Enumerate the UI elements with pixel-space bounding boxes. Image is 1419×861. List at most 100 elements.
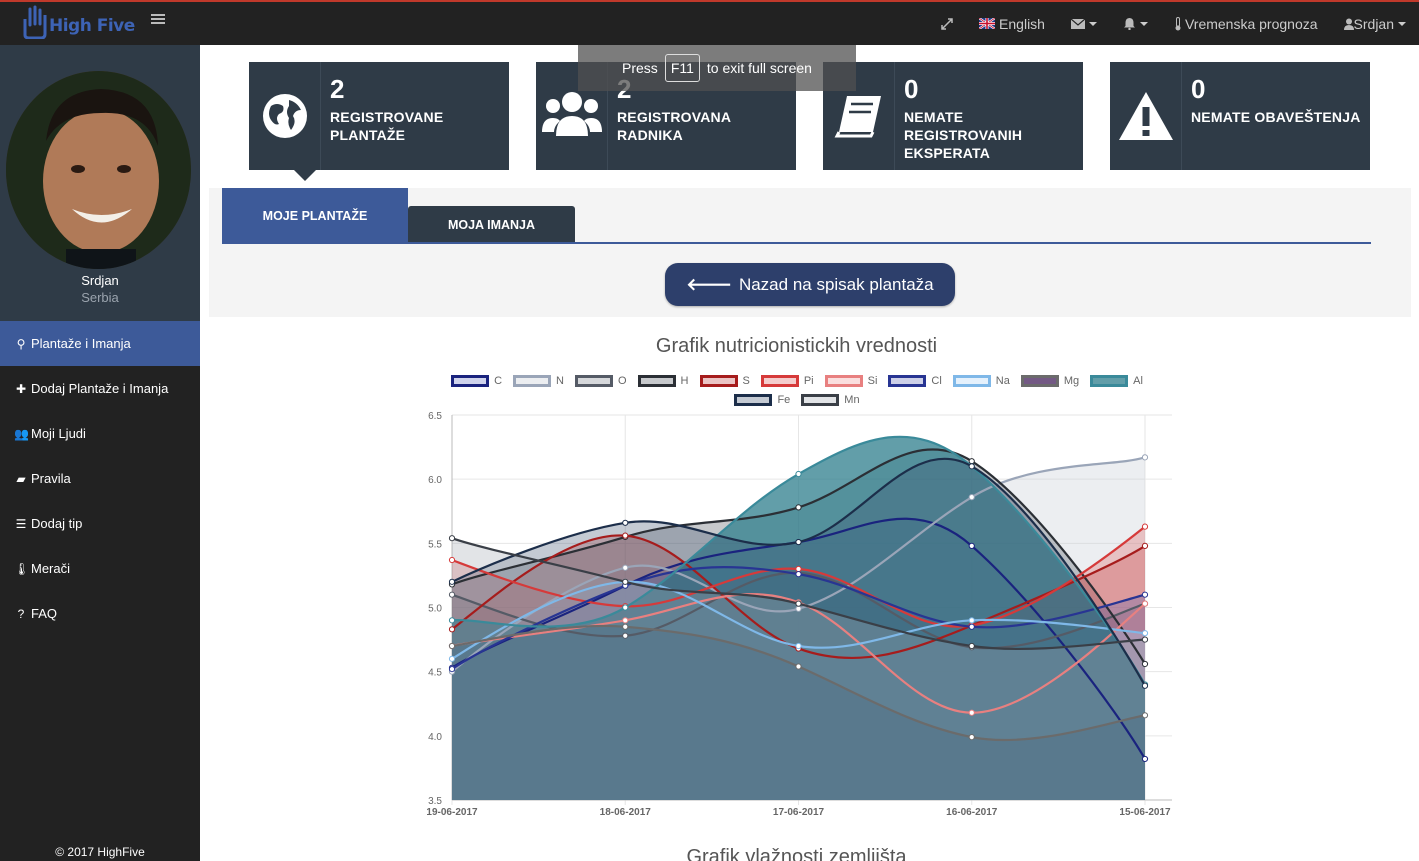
legend-label: S [742,375,750,387]
data-point [622,532,629,539]
fullscreen-hint-before: Press [622,60,658,76]
data-point [1141,712,1149,719]
envelope-icon [1070,18,1085,29]
sidebar-item-dodaj-tip[interactable]: ☰ Dodaj tip [0,501,200,546]
legend-swatch [637,375,676,387]
sidebar-item-label: Merači [31,561,71,576]
data-point [448,578,456,585]
legend-item[interactable]: Na [952,374,1010,388]
legend-item[interactable]: Mg [1020,374,1079,388]
legend-label: Cl [931,375,942,387]
nutrition-chart: 6.5 6.0 5.5 5.0 4.5 4.0 3.519-06-2017 18-06-201… [426,411,1172,818]
user-menu[interactable]: Srdjan [1331,2,1419,45]
fullscreen-hint: Press F11 to exit full screen [578,45,856,91]
legend-label: O [617,375,627,387]
y-tick-label: 3.5 [428,796,442,807]
profile-name: Srdjan [81,273,119,288]
sidebar-item-mera-i[interactable]: 🌡 Merači [0,546,200,591]
data-point [1141,755,1149,763]
y-tick-label: 5.0 [428,604,442,615]
data-point [622,519,629,526]
stat-label: Registrovane plantaže [330,109,444,143]
data-point [622,604,629,611]
user-name: Srdjan [1353,15,1394,32]
book-icon: ▰ [16,471,26,486]
question-icon: ? [17,606,25,621]
legend-item[interactable]: O [574,374,627,388]
data-point [1141,660,1149,668]
x-tick-label: 17-06-2017 [773,807,825,818]
uk-flag-icon [979,18,996,29]
legend-item[interactable]: Pi [760,374,814,388]
legend-item[interactable]: Cl [888,374,942,388]
data-point [448,556,456,564]
database-icon: ☰ [15,516,27,531]
data-point [1141,454,1149,461]
stat-label: Nemate obaveštenja [1191,109,1361,125]
stat-card[interactable]: 0 Nemate obaveštenja [1110,62,1370,170]
data-point [622,564,629,571]
card-pointer [294,170,316,181]
sidebar-item-moji-ljudi[interactable]: 👥 Moji Ljudi [0,411,200,456]
legend-item[interactable]: Si [824,374,877,388]
y-tick-label: 5.5 [428,539,442,550]
language-selector[interactable]: English [966,2,1058,45]
legend-item[interactable]: Al [1090,374,1143,388]
tab-moja-imanja[interactable]: Moja imanja [408,206,575,243]
notifications-dropdown[interactable] [1110,2,1161,45]
sidebar-item-dodaj-planta-e-i-imanja[interactable]: ✚ Dodaj Plantaže i Imanja [0,366,200,411]
f11-key: F11 [664,54,700,82]
avatar[interactable] [6,71,191,269]
y-tick-label: 4.5 [428,668,442,679]
data-point [448,642,456,650]
data-point [1141,682,1149,689]
legend-swatch [451,375,490,387]
data-point [1141,636,1149,643]
data-point [968,458,975,465]
sidebar-item-label: FAQ [31,606,58,621]
legend-item[interactable]: H [637,374,689,388]
legend-swatch [699,375,738,387]
messages-dropdown[interactable] [1058,2,1110,45]
stat-card[interactable]: 0 Nemate registrovanih eksperata [823,62,1083,170]
tab-underline [222,242,1371,244]
hand-logo-icon [23,5,47,39]
user-icon [1343,18,1354,30]
stat-label: Registrovana radnika [617,109,731,143]
legend-item[interactable]: N [513,374,564,388]
sidebar-toggle-icon[interactable] [151,14,165,26]
legend-swatch [824,375,863,387]
sidebar-item-planta-e-i-imanja[interactable]: ⚲ Plantaže i Imanja [0,321,200,366]
x-tick-label: 15-06-2017 [1119,807,1171,818]
data-point [795,470,802,478]
tab-moje-plantaze[interactable]: Moje plantaže [222,188,408,243]
legend-item[interactable]: S [699,374,750,388]
globe-icon [249,62,321,170]
arrow-left-icon: 🡐 [686,274,732,294]
back-to-plantations-button[interactable]: 🡐 Nazad na spisak plantaža [665,263,955,306]
sidebar-item-pravila[interactable]: ▰ Pravila [0,456,200,501]
sidebar-item-label: Moji Ljudi [31,426,86,441]
data-point [622,632,629,639]
data-point [968,494,975,501]
legend-item[interactable]: C [451,374,502,388]
data-point [622,578,629,585]
legend-label: Pi [803,375,814,387]
data-point [448,655,456,662]
data-point [968,709,975,716]
legend-swatch [513,375,552,387]
fullscreen-toggle[interactable] [928,2,966,45]
legend-swatch [888,375,927,387]
stat-number: 0 [1191,74,1206,104]
data-point [968,542,975,549]
caret-down-icon [1139,21,1148,26]
logo[interactable]: High Five [22,5,135,39]
language-label: English [999,15,1045,32]
stat-card[interactable]: 2 Registrovane plantaže [249,62,509,170]
sidebar-nav: ⚲ Plantaže i Imanja ✚ Dodaj Plantaže i Iman… [0,321,200,636]
data-point [968,642,975,650]
sidebar-item-faq[interactable]: ? FAQ [0,591,200,636]
sidebar-item-label: Pravila [31,471,71,486]
weather-link[interactable]: Vremenska prognoza [1161,2,1331,45]
chart2-title: Grafik vlažnosti zemljišta [686,846,907,861]
